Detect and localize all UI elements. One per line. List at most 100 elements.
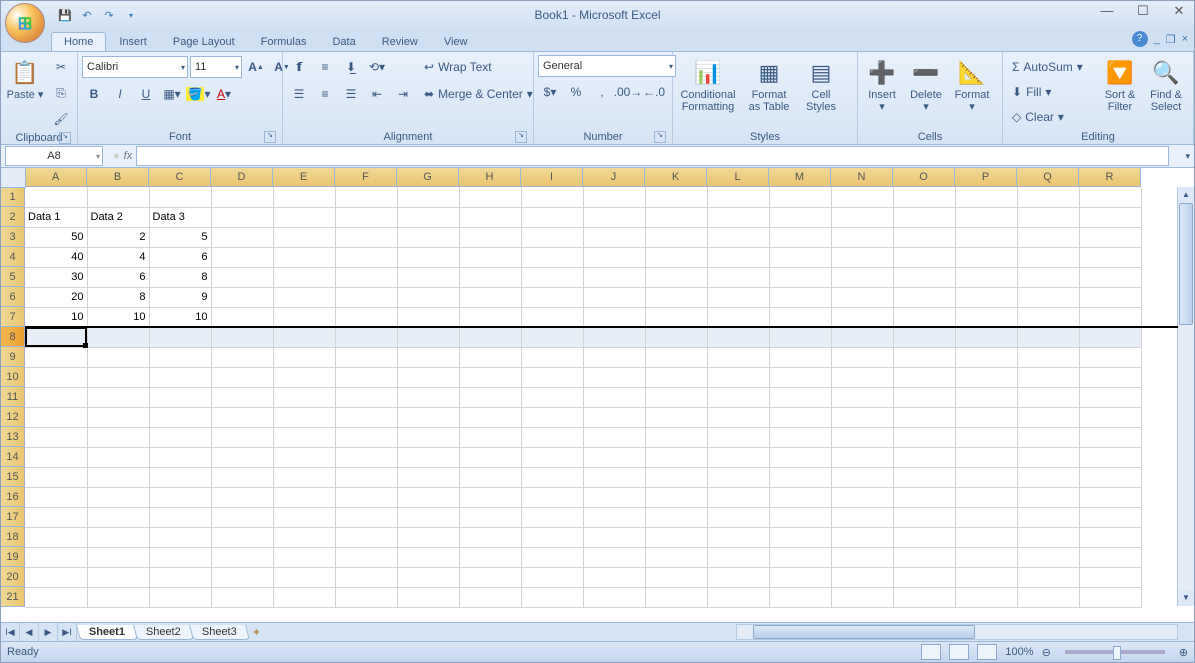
col-header-O[interactable]: O <box>893 168 955 187</box>
cell-I8[interactable] <box>521 327 583 347</box>
cell-C21[interactable] <box>149 587 211 607</box>
cell-G15[interactable] <box>397 467 459 487</box>
cell-K7[interactable] <box>645 307 707 327</box>
cell-Q4[interactable] <box>1017 247 1079 267</box>
cell-L19[interactable] <box>707 547 769 567</box>
cell-A10[interactable] <box>25 367 87 387</box>
sheet-tab-sheet2[interactable]: Sheet2 <box>133 625 194 640</box>
cell-Q8[interactable] <box>1017 327 1079 347</box>
cell-K14[interactable] <box>645 447 707 467</box>
cell-R15[interactable] <box>1079 467 1141 487</box>
cell-B9[interactable] <box>87 347 149 367</box>
cell-B12[interactable] <box>87 407 149 427</box>
cell-B17[interactable] <box>87 507 149 527</box>
cell-O15[interactable] <box>893 467 955 487</box>
col-header-J[interactable]: J <box>583 168 645 187</box>
cell-B1[interactable] <box>87 187 149 207</box>
cell-K2[interactable] <box>645 207 707 227</box>
cell-D15[interactable] <box>211 467 273 487</box>
cell-I2[interactable] <box>521 207 583 227</box>
align-top-button[interactable]: ⬆̄ <box>287 55 311 79</box>
increase-indent-button[interactable]: ⇥ <box>391 82 415 106</box>
cell-D10[interactable] <box>211 367 273 387</box>
next-sheet-button[interactable]: ▶ <box>39 623 58 641</box>
cell-M8[interactable] <box>769 327 831 347</box>
cell-K18[interactable] <box>645 527 707 547</box>
cell-N11[interactable] <box>831 387 893 407</box>
cell-G13[interactable] <box>397 427 459 447</box>
cell-M11[interactable] <box>769 387 831 407</box>
row-header-10[interactable]: 10 <box>1 367 25 387</box>
align-left-button[interactable]: ☰ <box>287 82 311 106</box>
cell-I18[interactable] <box>521 527 583 547</box>
cell-J2[interactable] <box>583 207 645 227</box>
cell-K21[interactable] <box>645 587 707 607</box>
cell-G18[interactable] <box>397 527 459 547</box>
cell-R2[interactable] <box>1079 207 1141 227</box>
cell-A13[interactable] <box>25 427 87 447</box>
cell-O19[interactable] <box>893 547 955 567</box>
cell-K9[interactable] <box>645 347 707 367</box>
conditional-formatting-button[interactable]: 📊Conditional Formatting <box>677 55 739 123</box>
insert-cells-button[interactable]: ➕Insert▾ <box>862 55 902 123</box>
cell-G11[interactable] <box>397 387 459 407</box>
cell-Q19[interactable] <box>1017 547 1079 567</box>
cell-M7[interactable] <box>769 307 831 327</box>
align-middle-button[interactable]: ≡ <box>313 55 337 79</box>
cell-A19[interactable] <box>25 547 87 567</box>
format-painter-button[interactable]: 🖌 <box>49 107 73 131</box>
cell-B7[interactable]: 10 <box>87 307 149 327</box>
cell-H20[interactable] <box>459 567 521 587</box>
cell-I1[interactable] <box>521 187 583 207</box>
last-sheet-button[interactable]: ▶I <box>58 623 77 641</box>
cell-D8[interactable] <box>211 327 273 347</box>
cell-G16[interactable] <box>397 487 459 507</box>
cell-E2[interactable] <box>273 207 335 227</box>
cell-D16[interactable] <box>211 487 273 507</box>
column-headers[interactable]: ABCDEFGHIJKLMNOPQR <box>25 168 1178 187</box>
tab-formulas[interactable]: Formulas <box>248 32 320 51</box>
cell-D3[interactable] <box>211 227 273 247</box>
row-header-14[interactable]: 14 <box>1 447 25 467</box>
wrap-text-button[interactable]: ↩Wrap Text <box>419 55 539 79</box>
cell-L6[interactable] <box>707 287 769 307</box>
cell-O21[interactable] <box>893 587 955 607</box>
row-header-8[interactable]: 8 <box>1 327 25 347</box>
cell-G1[interactable] <box>397 187 459 207</box>
undo-icon[interactable]: ↶ <box>79 7 95 23</box>
cell-I7[interactable] <box>521 307 583 327</box>
row-header-2[interactable]: 2 <box>1 207 25 227</box>
cell-F16[interactable] <box>335 487 397 507</box>
cell-P18[interactable] <box>955 527 1017 547</box>
cell-F7[interactable] <box>335 307 397 327</box>
cell-M9[interactable] <box>769 347 831 367</box>
cell-Q15[interactable] <box>1017 467 1079 487</box>
cell-H9[interactable] <box>459 347 521 367</box>
cell-A20[interactable] <box>25 567 87 587</box>
cell-D19[interactable] <box>211 547 273 567</box>
cell-C7[interactable]: 10 <box>149 307 211 327</box>
cut-button[interactable]: ✂ <box>49 55 73 79</box>
cell-P2[interactable] <box>955 207 1017 227</box>
redo-icon[interactable]: ↷ <box>101 7 117 23</box>
col-header-C[interactable]: C <box>149 168 211 187</box>
cell-G4[interactable] <box>397 247 459 267</box>
cell-D6[interactable] <box>211 287 273 307</box>
col-header-F[interactable]: F <box>335 168 397 187</box>
cell-E9[interactable] <box>273 347 335 367</box>
cell-D18[interactable] <box>211 527 273 547</box>
format-as-table-button[interactable]: ▦Format as Table <box>743 55 795 123</box>
cell-K6[interactable] <box>645 287 707 307</box>
cell-Q21[interactable] <box>1017 587 1079 607</box>
delete-cells-button[interactable]: ➖Delete▾ <box>906 55 946 123</box>
col-header-B[interactable]: B <box>87 168 149 187</box>
cell-H2[interactable] <box>459 207 521 227</box>
cell-K13[interactable] <box>645 427 707 447</box>
cell-N21[interactable] <box>831 587 893 607</box>
cell-Q9[interactable] <box>1017 347 1079 367</box>
cell-A6[interactable]: 20 <box>25 287 87 307</box>
cell-I3[interactable] <box>521 227 583 247</box>
cell-I17[interactable] <box>521 507 583 527</box>
cell-F8[interactable] <box>335 327 397 347</box>
row-header-12[interactable]: 12 <box>1 407 25 427</box>
